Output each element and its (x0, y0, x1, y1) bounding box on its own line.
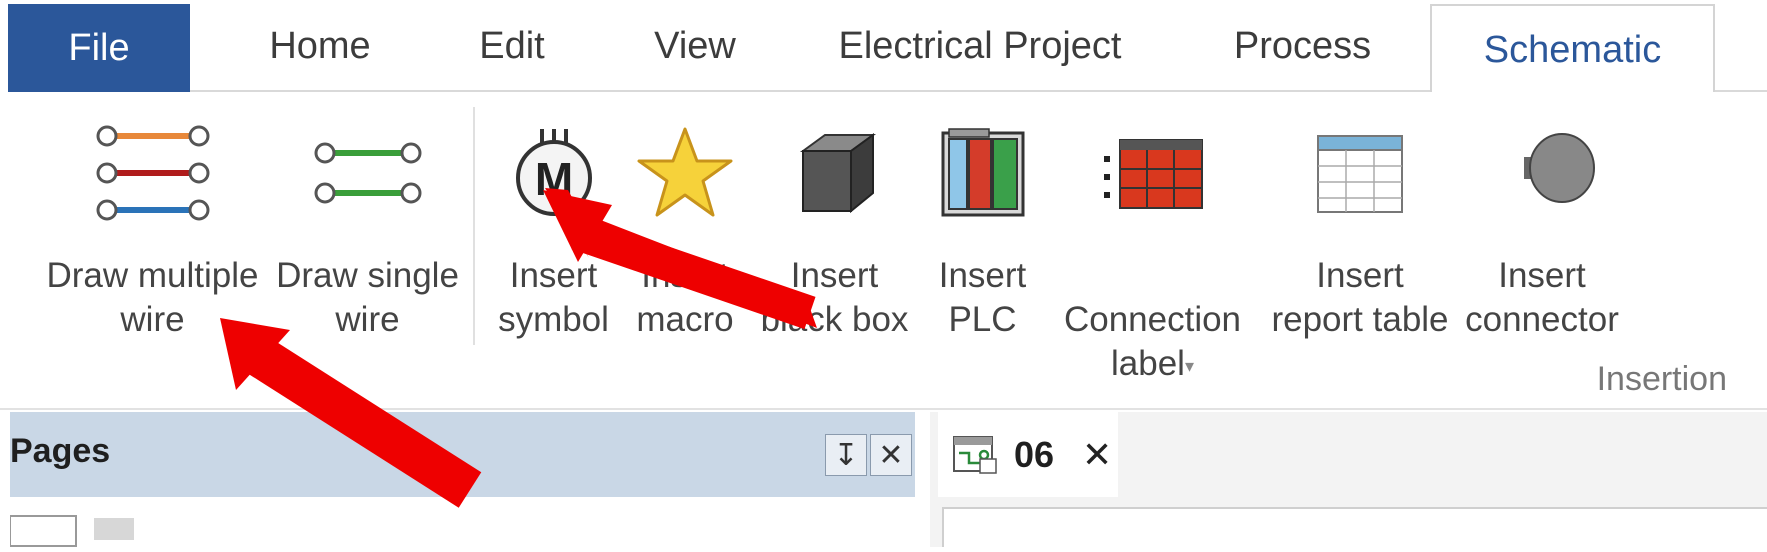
ribbon-tab-bar: File Home Edit View Electrical Project P… (0, 0, 1767, 94)
document-canvas[interactable] (942, 507, 1767, 547)
tab-file[interactable]: File (8, 4, 190, 92)
insert-plc-label: Insert PLC (938, 256, 1027, 339)
pages-panel: Pages ↧ ✕ (9, 412, 915, 547)
insertion-group-label: Insertion (1596, 360, 1727, 398)
insert-symbol-label: Insert symbol (498, 256, 609, 339)
single-wire-icon (313, 92, 423, 254)
pages-panel-header: Pages ↧ ✕ (10, 412, 915, 497)
connection-label-label: Connection label▾ (1063, 300, 1242, 383)
ribbon-panel: Draw multiple wire Draw single wire M In… (0, 92, 1767, 410)
chevron-down-icon[interactable]: ▾ (1185, 356, 1194, 376)
pages-panel-title: Pages (10, 432, 111, 470)
close-icon[interactable]: ✕ (870, 434, 912, 476)
connection-label-icon (1098, 92, 1208, 254)
schematic-page-icon (950, 433, 1000, 477)
report-table-icon (1310, 92, 1410, 254)
close-icon[interactable]: ✕ (1082, 434, 1112, 476)
draw-multiple-wire-label: Draw multiple wire (46, 256, 259, 339)
pin-icon[interactable]: ↧ (825, 434, 867, 476)
connector-icon (1482, 92, 1602, 254)
document-tab[interactable]: 06 ✕ (938, 412, 1118, 497)
tab-view[interactable]: View (630, 0, 760, 92)
pages-tree-row[interactable] (9, 512, 915, 547)
tab-electrical-project[interactable]: Electrical Project (815, 0, 1145, 92)
star-macro-icon (635, 92, 735, 254)
insert-report-table-label: Insert report table (1271, 256, 1449, 339)
document-area: 06 ✕ (930, 412, 1767, 547)
insert-connector-button[interactable]: Insert connector (1462, 92, 1622, 342)
ribbon-separator (473, 107, 475, 345)
tab-edit[interactable]: Edit (462, 0, 562, 92)
black-box-icon (785, 92, 885, 254)
insert-plc-button[interactable]: Insert PLC (925, 92, 1040, 342)
draw-single-wire-button[interactable]: Draw single wire (270, 92, 465, 342)
draw-single-wire-label: Draw single wire (276, 256, 459, 339)
tab-process[interactable]: Process (1215, 0, 1390, 92)
multiple-wire-icon (93, 92, 213, 254)
insert-macro-label: Insert macro (636, 256, 734, 339)
insert-connector-clip: Insert connector (1462, 92, 1767, 352)
insert-report-table-button[interactable]: Insert report table (1260, 92, 1460, 342)
draw-multiple-wire-button[interactable]: Draw multiple wire (20, 92, 285, 342)
insert-symbol-button[interactable]: M Insert symbol (486, 92, 621, 342)
plc-icon (933, 92, 1033, 254)
tab-home[interactable]: Home (240, 0, 400, 92)
ribbon-bottom-border (0, 408, 1767, 410)
insert-macro-button[interactable]: Insert macro (620, 92, 750, 342)
insert-black-box-label: Insert black box (760, 256, 909, 339)
insert-black-box-button[interactable]: Insert black box (752, 92, 917, 342)
connection-label-button[interactable]: Connection label▾ (1050, 92, 1255, 388)
motor-symbol-icon: M (504, 92, 604, 254)
svg-text:M: M (534, 153, 572, 205)
insert-connector-label: Insert connector (1465, 256, 1619, 339)
tab-schematic[interactable]: Schematic (1430, 4, 1715, 94)
document-tab-label: 06 (1014, 433, 1055, 475)
